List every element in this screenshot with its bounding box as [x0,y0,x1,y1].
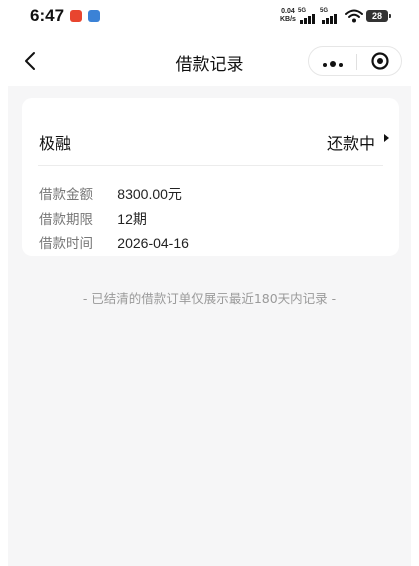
more-dots-icon [321,52,344,71]
close-button[interactable] [357,47,403,75]
loan-card-header[interactable]: 极融 还款中 [22,98,399,164]
cellular-signal-icon: 5G [298,8,318,24]
network-speed-value: 0.04 [281,8,295,15]
main-content: 极融 还款中 借款金额 8300.00元 借款期限 12期 借款时间 2026-… [8,86,411,566]
field-value: 8300.00元 [117,186,182,202]
battery-icon: 28 [366,10,391,22]
app-notification-icon [70,10,82,22]
records-footnote: - 已结清的借款订单仅展示最近180天内记录 - [82,291,337,306]
status-bar: 6:47 0.04 KB/s 5G 5G 28 [0,0,419,36]
field-value: 2026-04-16 [117,235,189,251]
lender-name: 极融 [39,134,72,153]
divider [38,165,383,166]
field-value: 12期 [117,211,147,227]
loan-date-row: 借款时间 2026-04-16 [39,232,189,252]
more-button[interactable] [309,47,356,75]
status-time: 6:47 [30,6,65,25]
target-close-icon [371,52,389,70]
loan-amount-row: 借款金额 8300.00元 [39,183,182,204]
loan-term-row: 借款期限 12期 [39,208,147,229]
loan-status: 还款中 [326,134,375,153]
network-speed-unit: KB/s [280,16,296,23]
app-notification-icon [88,10,100,22]
field-label: 借款时间 [39,236,93,252]
wifi-icon [345,9,363,23]
caret-right-icon [384,134,389,142]
mini-program-capsule [308,46,402,76]
loan-record-card[interactable]: 极融 还款中 借款金额 8300.00元 借款期限 12期 借款时间 2026-… [22,98,399,256]
network-speed: 0.04 KB/s [280,8,296,24]
cellular-signal-icon: 5G [320,8,340,24]
field-label: 借款金额 [39,187,93,203]
field-label: 借款期限 [39,212,93,228]
nav-bar: 借款记录 [0,36,419,86]
